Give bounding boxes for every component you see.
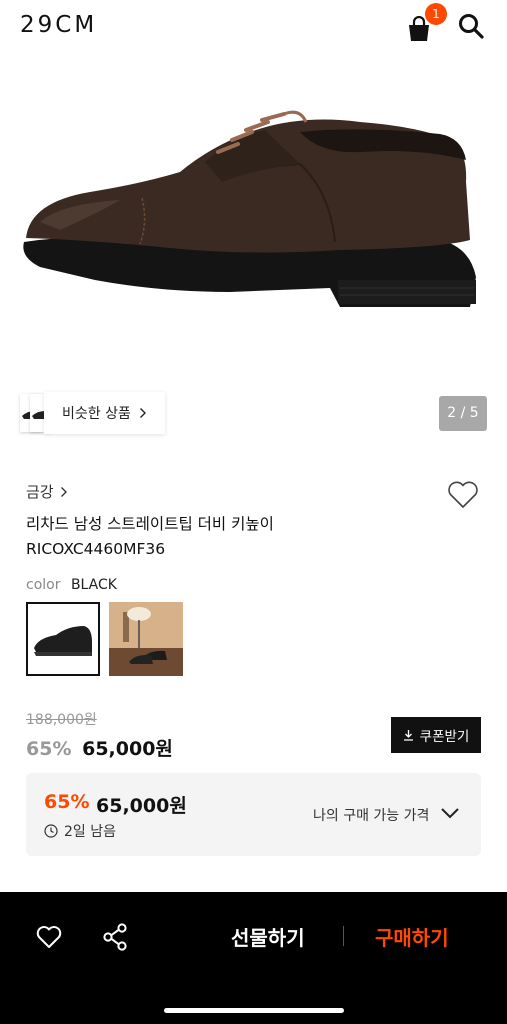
my-discount-rate: 65% [44,791,90,813]
buy-button[interactable]: 구매하기 [375,922,449,951]
top-header: 29CM 1 [0,0,507,52]
sale-price-row: 65% 65,000원 [26,734,173,761]
brand-name: 금강 [26,483,54,501]
coupon-button[interactable]: 쿠폰받기 [391,717,481,753]
my-price: 65,000원 [96,795,187,817]
product-code: RICOXC4460MF36 [26,540,166,558]
color-swatch-selected[interactable] [26,602,100,676]
heart-icon[interactable] [446,480,480,510]
product-name-line: 리차드 남성 스트레이트팁 더비 키높이 [26,515,274,533]
chevron-right-icon [60,486,67,497]
my-price-box[interactable]: 65% 65,000원 2일 남음 나의 구매 가능 가격 [26,773,481,856]
similar-products-label: 비슷한 상품 [62,406,131,422]
time-remaining: 2일 남음 [44,821,116,841]
home-indicator [164,1008,344,1013]
discount-rate: 65% [26,738,72,760]
original-price: 188,000원 [26,712,97,728]
sale-price: 65,000원 [82,738,173,760]
similar-products-chip[interactable]: 비슷한 상품 [20,392,165,434]
color-value: BLACK [70,577,117,593]
time-remaining-text: 2일 남음 [64,824,116,840]
image-pager: 2 / 5 [439,396,487,431]
download-icon [403,730,413,741]
bottom-action-bar: 선물하기 구매하기 [0,892,507,1024]
product-name: 리차드 남성 스트레이트팁 더비 키높이 RICOXC4460MF36 [26,512,446,562]
color-label: color [26,577,61,593]
chevron-right-icon [139,408,146,418]
gift-button[interactable]: 선물하기 [231,922,305,951]
clock-icon [44,824,58,838]
my-price-label: 나의 구매 가능 가격 [313,808,430,824]
color-swatch-lifestyle[interactable] [109,602,183,676]
shoe-illustration [23,110,476,307]
search-icon[interactable] [457,12,485,40]
logo[interactable]: 29CM [20,12,97,38]
similar-products-button[interactable]: 비슷한 상품 [44,392,165,434]
heart-icon[interactable] [36,925,62,949]
product-image[interactable] [0,52,507,387]
share-icon[interactable] [102,923,128,951]
chevron-down-icon[interactable] [440,806,460,820]
brand-link[interactable]: 금강 [26,481,68,502]
coupon-label: 쿠폰받기 [419,729,470,745]
cart-count-badge: 1 [425,3,447,25]
color-option-row: color BLACK [26,577,117,593]
divider [343,926,344,946]
